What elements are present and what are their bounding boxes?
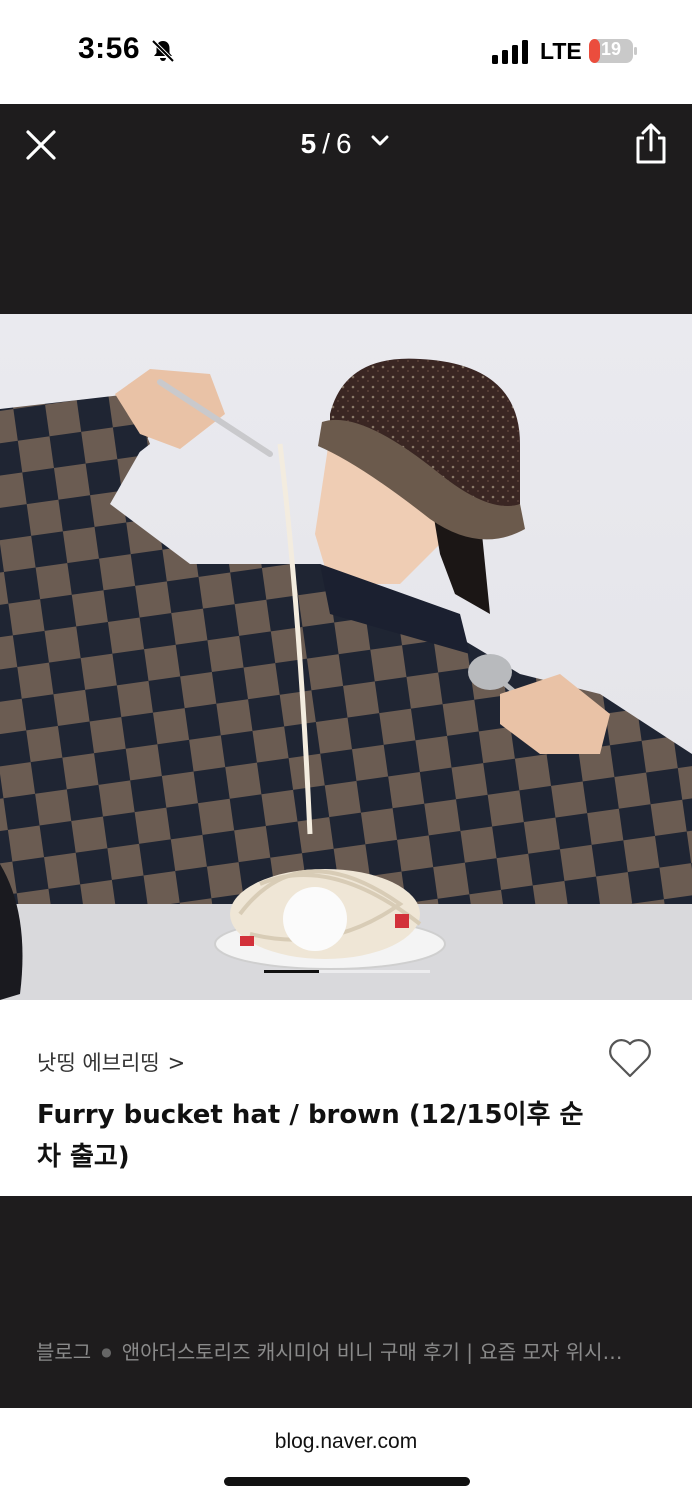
status-time: 3:56 <box>78 32 141 65</box>
source-type: 블로그 <box>36 1340 92 1364</box>
share-icon[interactable] <box>632 122 670 166</box>
brand-arrow: > <box>167 1051 186 1075</box>
brand-name: 낫띵 에브리띵 <box>37 1051 160 1075</box>
cellular-signal-icon <box>492 40 528 64</box>
product-photo-illustration <box>0 358 692 1000</box>
url-text[interactable]: blog.naver.com <box>0 1430 692 1454</box>
page-counter[interactable]: 5/6 <box>0 128 692 160</box>
bell-slash-icon <box>151 39 175 63</box>
total-pages: 6 <box>336 128 352 159</box>
chevron-down-icon[interactable] <box>369 133 391 149</box>
source-line[interactable]: 블로그 ● 앤아더스토리즈 캐시미어 비니 구매 후기 | 요즘 모자 위시… <box>36 1336 656 1365</box>
source-post-title: 앤아더스토리즈 캐시미어 비니 구매 후기 | 요즘 모자 위시… <box>121 1340 623 1364</box>
product-photo[interactable] <box>0 314 692 1000</box>
page-separator: / <box>322 128 330 159</box>
network-type: LTE <box>540 38 582 64</box>
source-footer <box>0 1196 692 1408</box>
source-dot: ● <box>101 1345 112 1359</box>
battery-level: 19 <box>600 39 622 59</box>
brand-link[interactable]: 낫띵 에브리띵 > <box>37 1047 185 1077</box>
home-indicator[interactable] <box>224 1477 470 1486</box>
browser-bar <box>0 1408 692 1500</box>
product-title[interactable]: Furry bucket hat / brown (12/15이후 순차 출고) <box>37 1094 597 1178</box>
heart-outline-icon[interactable] <box>606 1034 654 1080</box>
current-page: 5 <box>300 128 317 159</box>
image-progress-fill <box>264 970 319 973</box>
